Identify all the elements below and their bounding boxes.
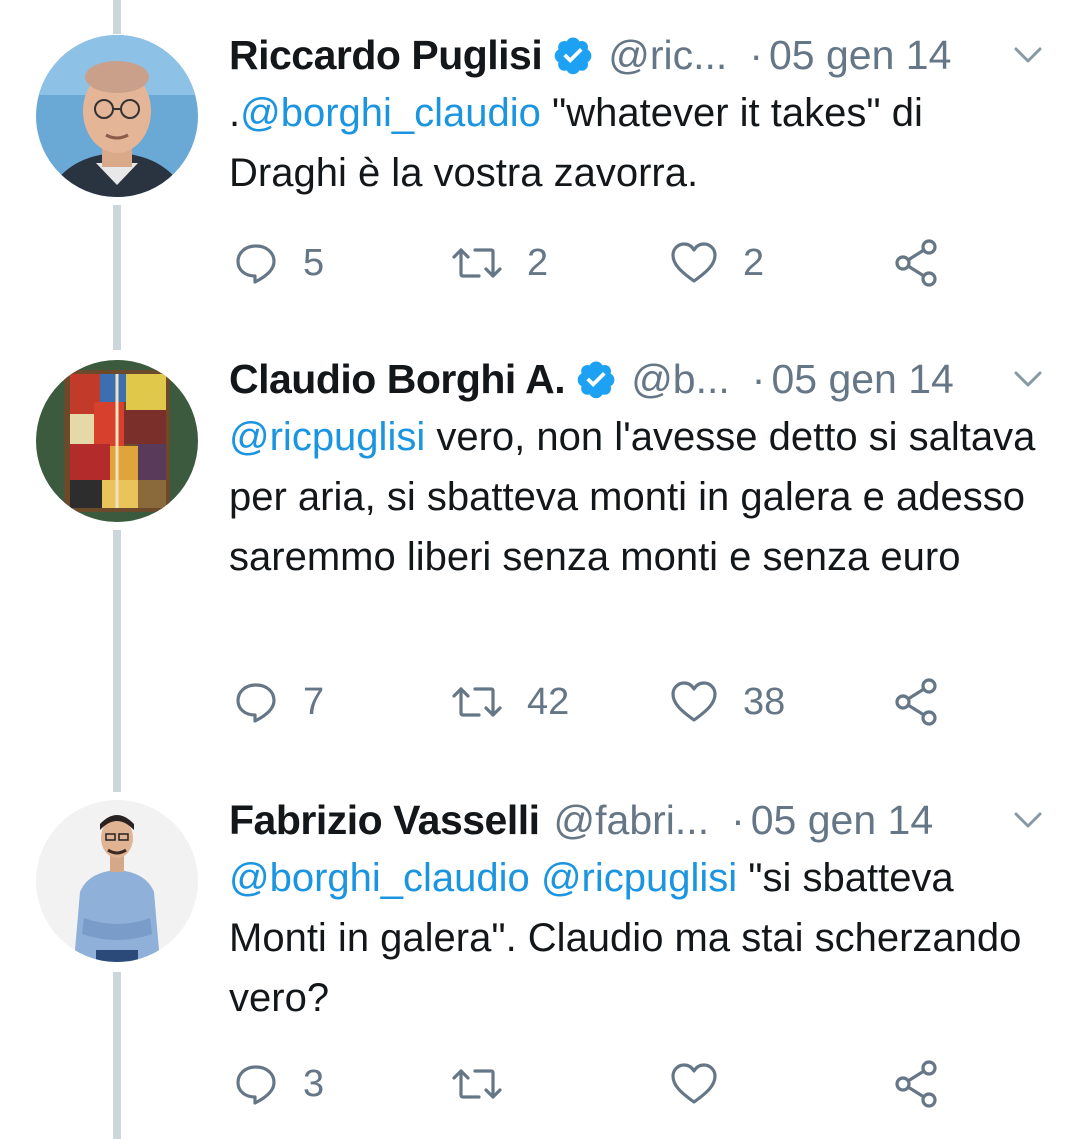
tweet-text-part	[530, 856, 541, 900]
tweet-actions: 5 2 2	[229, 233, 1049, 293]
reply-button[interactable]: 7	[233, 672, 324, 732]
chevron-down-icon[interactable]	[1010, 365, 1046, 391]
share-icon	[895, 239, 937, 287]
tweet-text: .@borghi_claudio "whatever it takes" di …	[229, 83, 1049, 203]
separator-dot: ·	[731, 797, 745, 843]
heart-icon	[671, 1063, 717, 1104]
tweet-header: Claudio Borghi A. @b... · 05 gen 14	[229, 351, 1080, 407]
like-button[interactable]	[669, 1054, 719, 1114]
share-icon	[895, 1060, 937, 1108]
tweet[interactable]: Claudio Borghi A. @b... · 05 gen 14 @ric…	[0, 351, 1080, 751]
tweet-header: Riccardo Puglisi @ric... · 05 gen 14	[229, 27, 1080, 83]
tweet-date[interactable]: 05 gen 14	[751, 792, 933, 848]
author-handle[interactable]: @b...	[631, 351, 730, 407]
avatar[interactable]	[36, 35, 198, 197]
reply-count: 7	[303, 680, 325, 723]
reply-icon	[236, 1065, 276, 1105]
mention-link[interactable]: @ricpuglisi	[541, 856, 737, 900]
author-name[interactable]: Claudio Borghi A.	[229, 351, 566, 407]
reply-icon	[236, 244, 276, 284]
author-name[interactable]: Riccardo Puglisi	[229, 27, 543, 83]
share-icon	[895, 678, 937, 726]
reply-button[interactable]: 3	[233, 1054, 324, 1114]
like-button[interactable]: 38	[669, 672, 785, 732]
heart-icon	[671, 681, 717, 722]
mention-link[interactable]: @borghi_claudio	[240, 91, 541, 135]
reply-button[interactable]: 5	[233, 233, 324, 293]
separator-dot: ·	[749, 32, 763, 78]
reply-count: 3	[303, 1062, 325, 1105]
separator-dot: ·	[751, 356, 766, 402]
tweet-text: @borghi_claudio @ricpuglisi "si sbatteva…	[229, 848, 1049, 1028]
share-button[interactable]	[891, 672, 943, 732]
author-handle[interactable]: @fabri...	[554, 792, 710, 848]
reply-icon	[236, 683, 276, 723]
retweet-button[interactable]: 42	[451, 672, 569, 732]
author-name[interactable]: Fabrizio Vasselli	[229, 792, 540, 848]
tweet-actions: 7 42 38	[229, 672, 1049, 732]
verified-badge-icon	[577, 361, 615, 399]
share-button[interactable]	[891, 233, 943, 293]
tweet[interactable]: Fabrizio Vasselli @fabri... · 05 gen 14 …	[0, 792, 1080, 1132]
mention-link[interactable]: @borghi_claudio	[229, 856, 530, 900]
author-handle[interactable]: @ric...	[608, 27, 727, 83]
verified-badge-icon	[554, 37, 592, 75]
retweet-icon	[452, 1069, 502, 1099]
tweet-header: Fabrizio Vasselli @fabri... · 05 gen 14	[229, 792, 1080, 848]
tweet-text-part: .	[229, 91, 241, 135]
tweet-text: @ricpuglisi vero, non l'avesse detto si …	[229, 407, 1049, 587]
chevron-down-icon[interactable]	[1010, 41, 1046, 67]
retweet-count: 2	[527, 241, 549, 284]
tweet[interactable]: Riccardo Puglisi @ric... · 05 gen 14 .@b…	[0, 27, 1080, 327]
avatar[interactable]	[36, 800, 198, 962]
retweet-button[interactable]: 2	[451, 233, 548, 293]
retweet-button[interactable]	[451, 1054, 503, 1114]
heart-icon	[671, 242, 717, 283]
like-button[interactable]: 2	[669, 233, 764, 293]
like-count: 2	[743, 241, 765, 284]
retweet-icon	[452, 248, 502, 278]
retweet-count: 42	[527, 680, 570, 723]
tweet-actions: 3	[229, 1054, 1049, 1114]
reply-count: 5	[303, 241, 325, 284]
like-count: 38	[743, 680, 786, 723]
tweet-date[interactable]: 05 gen 14	[769, 27, 951, 83]
share-button[interactable]	[891, 1054, 943, 1114]
tweet-date[interactable]: 05 gen 14	[771, 351, 953, 407]
chevron-down-icon[interactable]	[1010, 806, 1046, 832]
mention-link[interactable]: @ricpuglisi	[229, 415, 425, 459]
avatar[interactable]	[36, 360, 198, 522]
retweet-icon	[452, 687, 502, 717]
